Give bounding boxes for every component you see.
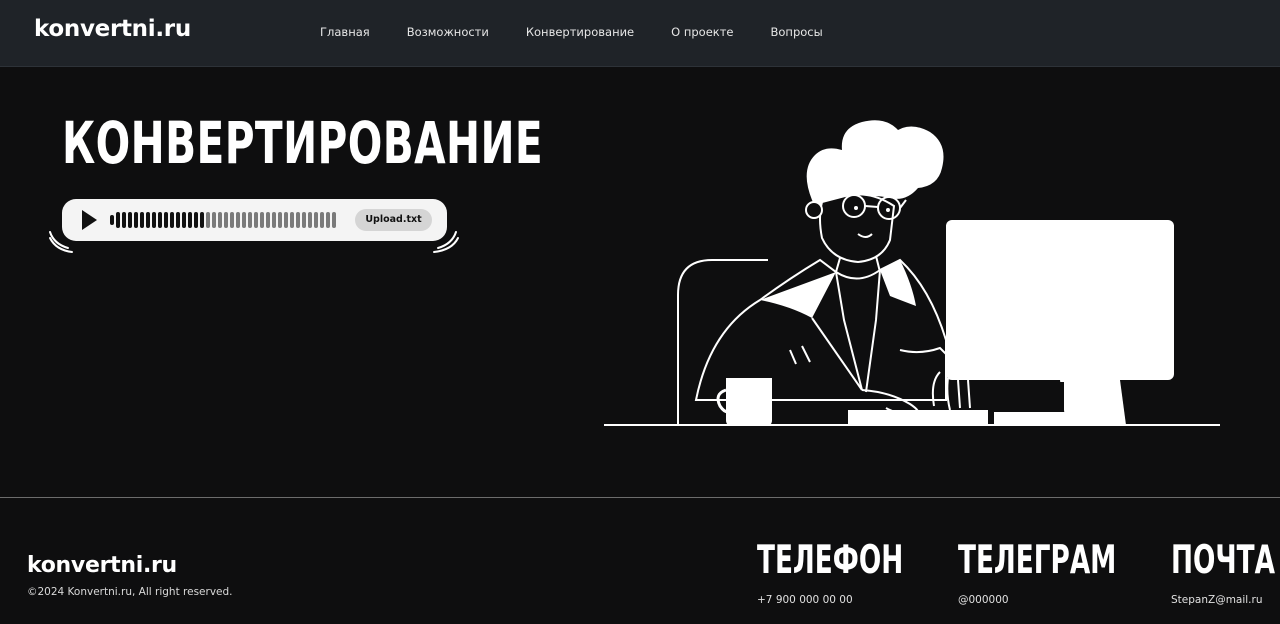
waveform-bar <box>260 212 264 228</box>
waveform-bar <box>128 212 132 228</box>
waveform-bar <box>254 212 258 228</box>
waveform-bar <box>110 215 114 225</box>
waveform-bar <box>164 212 168 228</box>
nav-link-about[interactable]: О проекте <box>671 25 733 39</box>
telegram-value[interactable]: @000000 <box>958 594 1009 606</box>
waveform-progress[interactable] <box>110 211 336 229</box>
copyright-text: ©2024 Konvertni.ru, All right reserved. <box>27 586 233 598</box>
hero-title: КОНВЕРТИРОВАНИЕ <box>62 109 544 177</box>
waveform-bar <box>332 212 336 228</box>
waveform-bar <box>314 212 318 228</box>
waveform-bar <box>212 212 216 228</box>
waveform-bar <box>242 212 246 228</box>
waveform-bar <box>194 212 198 228</box>
waveform-bar <box>278 212 282 228</box>
main-nav: Главная Возможности Конвертирование О пр… <box>320 25 860 39</box>
footer-divider <box>0 497 1280 498</box>
waveform-bar <box>224 212 228 228</box>
waveform-bar <box>230 212 234 228</box>
top-navigation-bar: konvertni.ru Главная Возможности Конверт… <box>0 0 1280 67</box>
waveform-bar <box>122 212 126 228</box>
waveform-bar <box>218 212 222 228</box>
waveform-bar <box>266 212 270 228</box>
nav-link-features[interactable]: Возможности <box>407 25 489 39</box>
contact-phone: ТЕЛЕФОН +7 900 000 00 00 <box>757 538 952 606</box>
contact-telegram: ТЕЛЕГРАМ @000000 <box>958 538 1169 606</box>
waveform-bar <box>272 212 276 228</box>
waveform-bar <box>296 212 300 228</box>
phone-heading: ТЕЛЕФОН <box>757 538 904 583</box>
waveform-bar <box>158 212 162 228</box>
telegram-heading: ТЕЛЕГРАМ <box>958 538 1117 583</box>
contact-email: ПОЧТА StepanZ@mail.ru <box>1171 538 1280 606</box>
waveform-bar <box>308 212 312 228</box>
email-heading: ПОЧТА <box>1171 538 1275 583</box>
waveform-bar <box>170 212 174 228</box>
email-value[interactable]: StepanZ@mail.ru <box>1171 594 1263 606</box>
nav-link-convert[interactable]: Конвертирование <box>526 25 634 39</box>
waveform-bar <box>200 212 204 228</box>
nav-link-faq[interactable]: Вопросы <box>771 25 823 39</box>
waveform-bar <box>290 212 294 228</box>
waveform-bar <box>146 212 150 228</box>
waveform-bar <box>182 212 186 228</box>
audio-player: Upload.txt <box>62 199 447 241</box>
waveform-bar <box>140 212 144 228</box>
waveform-bar <box>302 212 306 228</box>
waveform-bar <box>176 212 180 228</box>
waveform-bar <box>206 212 210 228</box>
upload-file-button[interactable]: Upload.txt <box>355 209 432 231</box>
waveform-bar <box>188 212 192 228</box>
waveform-bar <box>152 212 156 228</box>
waveform-bar <box>284 212 288 228</box>
nav-link-home[interactable]: Главная <box>320 25 370 39</box>
waveform-bar <box>236 212 240 228</box>
waveform-bar <box>320 212 324 228</box>
waveform-bar <box>134 212 138 228</box>
waveform-bar <box>248 212 252 228</box>
footer-logo[interactable]: konvertni.ru <box>27 553 177 578</box>
waveform-bar <box>326 212 330 228</box>
waveform-bar <box>116 212 120 228</box>
site-logo[interactable]: konvertni.ru <box>34 16 191 42</box>
play-icon[interactable] <box>82 210 97 230</box>
person-at-computer-illustration <box>604 120 1220 426</box>
phone-value[interactable]: +7 900 000 00 00 <box>757 594 853 606</box>
